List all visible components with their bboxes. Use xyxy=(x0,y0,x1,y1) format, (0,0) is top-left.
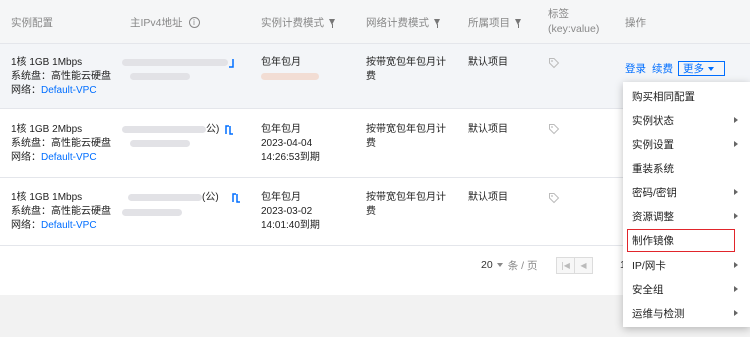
column-header-tag: 标签 (key:value) xyxy=(548,8,600,35)
chevron-right-icon xyxy=(734,141,738,147)
info-icon[interactable]: i xyxy=(188,16,200,28)
config-cell: 1核 1GB 1Mbps 系统盘：高性能云硬盘 网络：Default-VPC xyxy=(11,57,111,96)
menu-item-password-key[interactable]: 密码/密钥 xyxy=(623,181,750,204)
chevron-right-icon xyxy=(734,262,738,268)
redacted-ip xyxy=(130,140,190,147)
renew-link[interactable]: 续费 xyxy=(652,61,673,76)
chevron-right-icon xyxy=(734,286,738,292)
project-cell: 默认项目 xyxy=(468,192,508,203)
redacted-ip xyxy=(128,194,202,201)
caret-down-icon xyxy=(708,66,714,71)
tag-icon[interactable] xyxy=(548,57,560,69)
billing-cell: 包年包月 2023-03-02 14:01:40到期 xyxy=(261,192,320,231)
column-header-ops: 操作 xyxy=(625,16,646,29)
menu-item-create-image[interactable]: 制作镜像 xyxy=(627,229,735,252)
redacted-ip xyxy=(130,73,190,80)
first-page-icon[interactable]: |◀ xyxy=(556,257,575,274)
redacted-ip xyxy=(122,126,206,133)
copy-icon[interactable] xyxy=(228,58,237,69)
menu-item-ops-monitor[interactable]: 运维与检测 xyxy=(623,302,750,325)
column-header-project[interactable]: 所属项目 xyxy=(468,0,521,44)
filter-icon[interactable] xyxy=(434,19,440,28)
filter-icon[interactable] xyxy=(515,19,521,28)
config-cell: 1核 1GB 1Mbps 系统盘：高性能云硬盘 网络：Default-VPC xyxy=(11,192,111,231)
row-actions: 登录 续费 更多 xyxy=(625,61,725,76)
column-header-config: 实例配置 xyxy=(11,16,53,29)
billing-cell: 包年包月 xyxy=(261,57,301,68)
menu-item-reinstall[interactable]: 重装系统 xyxy=(623,157,750,180)
vpc-link[interactable]: Default-VPC xyxy=(41,220,97,231)
copy-icon[interactable] xyxy=(225,125,234,136)
page-size-select[interactable]: 20 条 / 页 xyxy=(481,254,537,276)
menu-item-instance-status[interactable]: 实例状态 xyxy=(623,109,750,132)
project-cell: 默认项目 xyxy=(468,57,508,68)
menu-item-ip-nic[interactable]: IP/网卡 xyxy=(623,254,750,277)
redacted-ip xyxy=(122,209,182,216)
copy-icon[interactable] xyxy=(232,193,241,204)
filter-icon[interactable] xyxy=(329,19,335,28)
menu-item-buy-same[interactable]: 购买相同配置 xyxy=(623,85,750,108)
menu-item-resource-adjust[interactable]: 资源调整 xyxy=(623,205,750,228)
table-header: 实例配置 主IPv4地址 i 实例计费模式 网络计费模式 所属项目 标签 (key:… xyxy=(0,0,750,44)
vpc-link[interactable]: Default-VPC xyxy=(41,152,97,163)
project-cell: 默认项目 xyxy=(468,124,508,135)
redacted-date xyxy=(261,73,319,80)
net-billing-cell: 按带宽包年包月计 费 xyxy=(366,192,446,217)
column-header-net-billing[interactable]: 网络计费模式 xyxy=(366,0,440,44)
ip-type-label: 公) xyxy=(206,124,220,135)
billing-cell: 包年包月 2023-04-04 14:26:53到期 xyxy=(261,124,320,163)
menu-item-instance-settings[interactable]: 实例设置 xyxy=(623,133,750,156)
config-cell: 1核 1GB 2Mbps 系统盘：高性能云硬盘 网络：Default-VPC xyxy=(11,124,111,163)
prev-page-icon[interactable]: ◀ xyxy=(574,257,593,274)
chevron-right-icon xyxy=(734,117,738,123)
menu-item-security-group[interactable]: 安全组 xyxy=(623,278,750,301)
more-dropdown-menu: 购买相同配置 实例状态 实例设置 重装系统 密码/密钥 资源调整 制作镜像 IP… xyxy=(623,82,750,327)
vpc-link[interactable]: Default-VPC xyxy=(41,85,97,96)
redacted-ip xyxy=(122,59,228,66)
ip-type-label: (公) xyxy=(202,192,219,203)
tag-icon[interactable] xyxy=(548,123,560,135)
chevron-right-icon xyxy=(734,213,738,219)
column-header-ipv4: 主IPv4地址 i xyxy=(130,0,200,44)
chevron-right-icon xyxy=(734,310,738,316)
chevron-right-icon xyxy=(734,189,738,195)
more-button[interactable]: 更多 xyxy=(678,61,725,76)
login-link[interactable]: 登录 xyxy=(625,61,646,76)
net-billing-cell: 按带宽包年包月计 费 xyxy=(366,124,446,149)
net-billing-cell: 按带宽包年包月计 费 xyxy=(366,57,446,82)
tag-icon[interactable] xyxy=(548,192,560,204)
chevron-down-icon xyxy=(496,263,503,267)
column-header-billing[interactable]: 实例计费模式 xyxy=(261,0,335,44)
